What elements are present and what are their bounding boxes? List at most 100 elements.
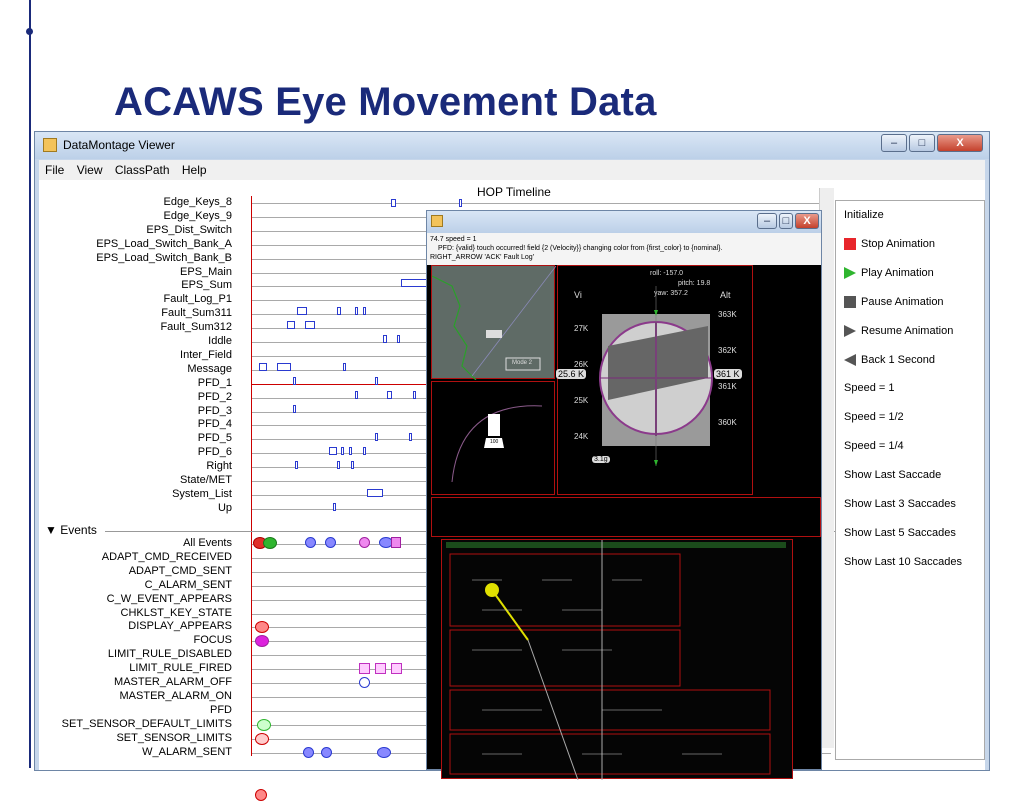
java-app-icon [43,138,57,152]
control-show-last-10-saccades[interactable]: Show Last 10 Saccades [844,554,962,570]
control-label: Back 1 Second [861,353,935,366]
timeline-event-marker[interactable] [387,391,392,399]
event-row-label: LIMIT_RULE_DISABLED [107,648,232,661]
timeline-event-marker[interactable] [337,307,341,315]
timeline-event-marker[interactable] [305,321,315,329]
timeline-event-marker[interactable] [287,321,295,329]
timeline-event-marker[interactable] [333,503,336,511]
timeline-event-marker[interactable] [259,363,267,371]
timeline-event-marker[interactable] [293,377,296,385]
control-play-animation[interactable]: Play Animation [844,265,934,281]
control-stop-animation[interactable]: Stop Animation [844,236,935,252]
animation-controls-panel: Initialize Stop Animation Play Animation Pa… [835,200,985,760]
control-label: Speed = 1/4 [844,440,904,453]
timeline-event-marker[interactable] [359,677,370,688]
timeline-event-marker[interactable] [255,621,269,633]
minimize-button[interactable]: – [881,134,907,152]
menu-help[interactable]: Help [176,160,210,177]
timeline-event-marker[interactable] [295,461,298,469]
timeline-event-marker[interactable] [255,733,269,745]
menu-file[interactable]: File [39,160,67,177]
event-row-label: MASTER_ALARM_OFF [114,676,232,688]
timeline-row-label: Right [206,460,232,473]
event-row-label: MASTER_ALARM_ON [119,689,232,702]
menu-view[interactable]: View [71,160,106,177]
timeline-event-marker[interactable] [355,391,358,399]
timeline-event-marker[interactable] [397,335,400,343]
control-resume-animation[interactable]: Resume Animation [844,323,953,339]
control-initialize[interactable]: Initialize [844,207,884,223]
control-label: Speed = 1/2 [844,411,904,424]
timeline-event-marker[interactable] [413,391,416,399]
timeline-event-marker[interactable] [325,537,336,548]
timeline-event-marker[interactable] [375,663,386,674]
timeline-event-marker[interactable] [303,747,314,758]
event-row-label: ADAPT_CMD_SENT [128,564,232,577]
timeline-event-marker[interactable] [343,363,346,371]
timeline-event-marker[interactable] [363,447,366,455]
window-title: DataMontage Viewer [63,138,175,152]
control-back-1-second[interactable]: Back 1 Second [844,352,935,368]
menu-classpath[interactable]: ClassPath [109,160,173,177]
timeline-event-marker[interactable] [383,335,387,343]
control-speed-1-4[interactable]: Speed = 1/4 [844,438,904,454]
timeline-event-marker[interactable] [297,307,307,315]
back-icon [844,353,856,366]
control-speed-1-2[interactable]: Speed = 1/2 [844,409,904,425]
event-row-label: All Events [183,537,232,549]
control-label: Show Last Saccade [844,469,942,482]
dashboard-titlebar: – □ X [427,211,821,233]
timeline-event-marker[interactable] [355,307,358,315]
timeline-event-marker[interactable] [391,537,401,548]
timeline-event-marker[interactable] [257,719,271,731]
info-key-message: RIGHT_ARROW 'ACK' Fault Log' [430,254,534,261]
timeline-event-marker[interactable] [255,635,269,647]
timeline-event-marker[interactable] [255,789,267,801]
event-row-label: SET_SENSOR_LIMITS [116,731,232,744]
timeline-event-marker[interactable] [459,199,462,207]
control-show-last-5-saccades[interactable]: Show Last 5 Saccades [844,525,956,541]
timeline-event-marker[interactable] [375,377,378,385]
timeline-event-marker[interactable] [349,447,352,455]
timeline-row-label: Fault_Sum311 [161,307,232,320]
event-row-label: CHKLST_KEY_STATE [120,606,232,619]
resume-icon [844,324,856,337]
timeline-row-label: Inter_Field [180,348,232,361]
timeline-event-marker[interactable] [305,537,316,548]
timeline-row-label: Up [217,501,232,514]
control-show-last-saccade[interactable]: Show Last Saccade [844,467,941,483]
maximize-button[interactable]: □ [909,134,935,152]
control-show-last-3-saccades[interactable]: Show Last 3 Saccades [844,496,956,512]
timeline-event-marker[interactable] [367,489,383,497]
dashboard-maximize-button[interactable]: □ [779,213,793,229]
timeline-event-marker[interactable] [391,199,396,207]
control-speed-1[interactable]: Speed = 1 [844,380,894,396]
timeline-event-marker[interactable] [337,461,340,469]
timeline-event-marker[interactable] [359,663,370,674]
events-header[interactable]: ▼ Events [45,523,97,537]
timeline-event-marker[interactable] [375,433,378,441]
timeline-event-marker[interactable] [409,433,412,441]
timeline-event-marker[interactable] [321,747,332,758]
close-button[interactable]: X [937,134,983,152]
timeline-event-marker[interactable] [377,747,391,758]
dashboard-minimize-button[interactable]: – [757,213,777,229]
timeline-event-marker[interactable] [293,405,296,413]
timeline-event-marker[interactable] [401,279,427,287]
timeline-event-marker[interactable] [329,447,337,455]
control-pause-animation[interactable]: Pause Animation [844,294,944,310]
timeline-row-label: PFD_6 [197,446,232,459]
control-label: Resume Animation [861,324,954,337]
timeline-event-marker[interactable] [359,537,370,548]
current-time-marker[interactable] [251,196,252,756]
event-row-label: FOCUS [193,634,233,647]
timeline-event-marker[interactable] [363,307,366,315]
timeline-event-marker[interactable] [341,447,344,455]
timeline-event-marker[interactable] [391,663,402,674]
map-panel: Mode 2 [431,265,557,381]
dashboard-close-button[interactable]: X [795,213,819,229]
timeline-event-marker[interactable] [263,537,277,549]
timeline-event-marker[interactable] [277,363,291,371]
event-row-label: C_W_EVENT_APPEARS [106,592,232,605]
timeline-event-marker[interactable] [351,461,354,469]
